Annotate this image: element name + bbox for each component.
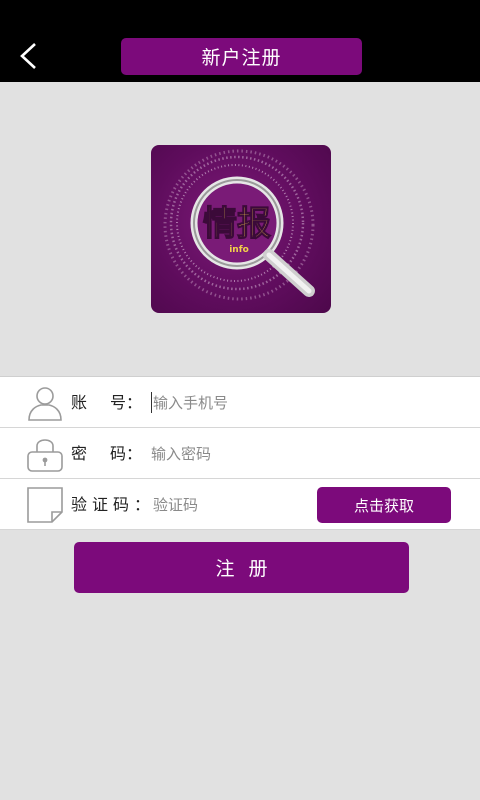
- page-title: 新户注册: [121, 38, 362, 75]
- user-icon: [28, 387, 62, 421]
- account-label-a: 账: [71, 393, 88, 412]
- password-label-a: 密: [71, 444, 88, 463]
- logo-subtext: info: [229, 245, 249, 255]
- back-button[interactable]: [10, 36, 46, 76]
- registration-form: 账 号： 密 码： 验证码： 点击获取: [0, 376, 480, 530]
- code-input[interactable]: [153, 491, 303, 518]
- password-label-b: 码：: [110, 444, 143, 463]
- password-input[interactable]: [151, 440, 451, 467]
- get-code-button[interactable]: 点击获取: [317, 487, 451, 523]
- lock-icon: [27, 439, 63, 472]
- note-icon: [27, 487, 63, 523]
- text-caret: [151, 392, 152, 413]
- phone-input[interactable]: [153, 389, 453, 416]
- code-row: 验证码： 点击获取: [0, 479, 480, 530]
- chevron-left-icon: [20, 43, 36, 69]
- app-logo: 情报 info: [151, 145, 331, 313]
- register-button[interactable]: 注册: [74, 542, 409, 593]
- password-row: 密 码：: [0, 428, 480, 479]
- logo-text: 情报: [203, 204, 271, 244]
- top-bar: 新户注册: [0, 0, 480, 82]
- account-row: 账 号：: [0, 377, 480, 428]
- account-label-b: 号：: [110, 393, 143, 412]
- code-label: 验证码：: [71, 495, 156, 514]
